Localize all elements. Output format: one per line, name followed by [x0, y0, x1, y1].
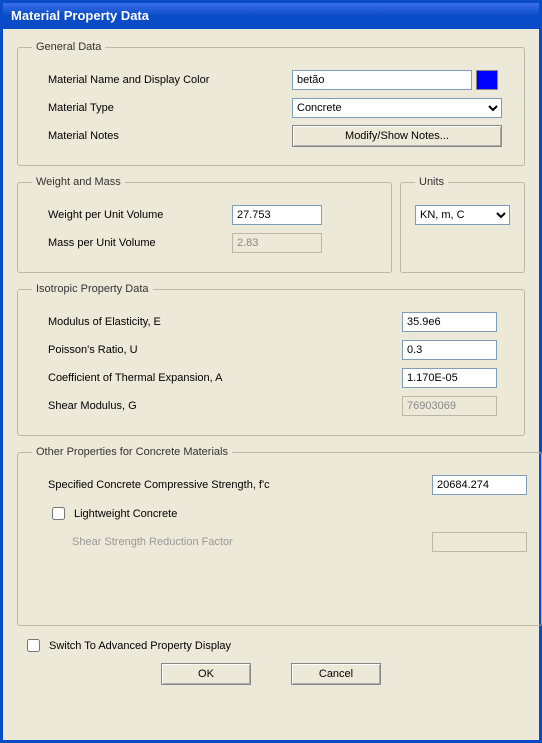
- weight-per-unit-input[interactable]: [232, 205, 322, 225]
- units-select[interactable]: KN, m, C: [415, 205, 510, 225]
- fc-input[interactable]: [432, 475, 527, 495]
- isotropic-legend: Isotropic Property Data: [32, 283, 153, 295]
- units-group: Units KN, m, C: [400, 176, 525, 273]
- lightweight-checkbox[interactable]: [52, 507, 65, 520]
- weight-mass-legend: Weight and Mass: [32, 176, 125, 188]
- thermal-a-input[interactable]: [402, 368, 497, 388]
- poisson-u-label: Poisson's Ratio, U: [32, 344, 402, 356]
- other-properties-legend: Other Properties for Concrete Materials: [32, 446, 232, 458]
- ssrf-input: [432, 532, 527, 552]
- switch-advanced-label: Switch To Advanced Property Display: [49, 640, 231, 652]
- general-data-group: General Data Material Name and Display C…: [17, 41, 525, 166]
- modify-show-notes-button[interactable]: Modify/Show Notes...: [292, 125, 502, 147]
- shear-g-input: [402, 396, 497, 416]
- material-name-label: Material Name and Display Color: [32, 74, 292, 86]
- weight-mass-group: Weight and Mass Weight per Unit Volume M…: [17, 176, 392, 273]
- modulus-e-label: Modulus of Elasticity, E: [32, 316, 402, 328]
- titlebar: Material Property Data: [3, 3, 539, 29]
- thermal-a-label: Coefficient of Thermal Expansion, A: [32, 372, 402, 384]
- switch-advanced-checkbox[interactable]: [27, 639, 40, 652]
- cancel-button[interactable]: Cancel: [291, 663, 381, 685]
- mass-per-unit-label: Mass per Unit Volume: [32, 237, 232, 249]
- poisson-u-input[interactable]: [402, 340, 497, 360]
- shear-g-label: Shear Modulus, G: [32, 400, 402, 412]
- ok-button[interactable]: OK: [161, 663, 251, 685]
- lightweight-label: Lightweight Concrete: [74, 508, 177, 520]
- window-title: Material Property Data: [11, 8, 149, 23]
- weight-per-unit-label: Weight per Unit Volume: [32, 209, 232, 221]
- mass-per-unit-input: [232, 233, 322, 253]
- isotropic-group: Isotropic Property Data Modulus of Elast…: [17, 283, 525, 436]
- material-property-window: Material Property Data General Data Mate…: [0, 0, 542, 743]
- fc-label: Specified Concrete Compressive Strength,…: [32, 479, 432, 491]
- content-area: General Data Material Name and Display C…: [3, 29, 539, 697]
- other-properties-group: Other Properties for Concrete Materials …: [17, 446, 542, 626]
- material-notes-label: Material Notes: [32, 130, 292, 142]
- ssrf-label: Shear Strength Reduction Factor: [32, 536, 432, 548]
- general-legend: General Data: [32, 41, 105, 53]
- display-color-swatch[interactable]: [476, 70, 498, 90]
- material-name-input[interactable]: [292, 70, 472, 90]
- units-legend: Units: [415, 176, 448, 188]
- modulus-e-input[interactable]: [402, 312, 497, 332]
- material-type-label: Material Type: [32, 102, 292, 114]
- material-type-select[interactable]: Concrete: [292, 98, 502, 118]
